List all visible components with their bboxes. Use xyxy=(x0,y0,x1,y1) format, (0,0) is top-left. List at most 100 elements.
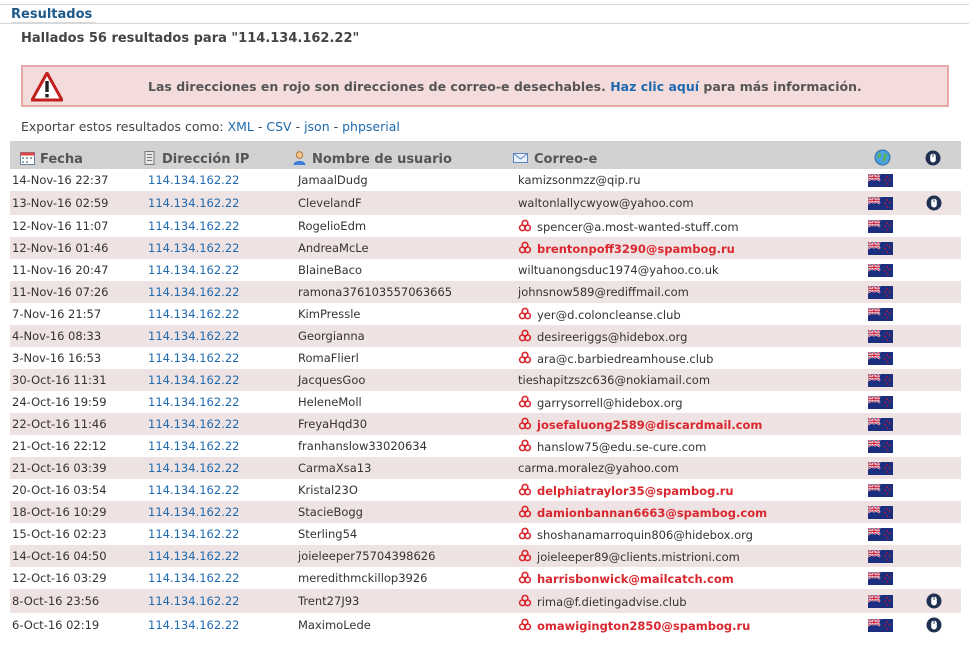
table-row: 6-Oct-16 02:19 114.134.162.22 MaximoLede om… xyxy=(10,613,961,637)
cell-ip-link[interactable]: 114.134.162.22 xyxy=(142,325,292,347)
cell-ip-link[interactable]: 114.134.162.22 xyxy=(142,237,292,259)
cell-mouse xyxy=(916,479,961,501)
cell-ip-link[interactable]: 114.134.162.22 xyxy=(142,369,292,391)
cell-username: BlaineBaco xyxy=(298,263,362,277)
cell-email: carma.moralez@yahoo.com xyxy=(512,457,860,479)
table-row: 21-Oct-16 22:12 114.134.162.22 franhanslow… xyxy=(10,435,961,457)
email-text: brentonpoff3290@spambog.ru xyxy=(537,241,735,256)
cell-mouse xyxy=(916,457,961,479)
new-zealand-flag-icon xyxy=(868,506,893,519)
cell-mouse xyxy=(916,391,961,413)
cell-email: garrysorrell@hidebox.org xyxy=(512,391,860,413)
cell-date: 18-Oct-16 10:29 xyxy=(12,505,107,519)
cell-ip-link[interactable]: 114.134.162.22 xyxy=(142,169,292,191)
cell-date: 7-Nov-16 21:57 xyxy=(12,307,102,321)
header-username[interactable]: Nombre de usuario xyxy=(292,141,512,169)
email-text: garrysorrell@hidebox.org xyxy=(537,395,683,410)
new-zealand-flag-icon xyxy=(868,352,893,365)
cell-mouse xyxy=(916,413,961,435)
cell-username: StacieBogg xyxy=(298,505,363,519)
cell-country xyxy=(860,567,916,589)
email-text: ara@c.barbiedreamhouse.club xyxy=(537,351,714,366)
new-zealand-flag-icon xyxy=(868,572,893,585)
table-row: 12-Oct-16 03:29 114.134.162.22 meredithmck… xyxy=(10,567,961,589)
cell-country xyxy=(860,391,916,413)
cell-date: 12-Oct-16 03:29 xyxy=(12,571,107,585)
header-ip[interactable]: Dirección IP xyxy=(142,141,292,169)
cell-ip-link[interactable]: 114.134.162.22 xyxy=(142,281,292,303)
table-row: 21-Oct-16 03:39 114.134.162.22 CarmaXsa13 c… xyxy=(10,457,961,479)
cell-username: meredithmckillop3926 xyxy=(298,571,428,585)
cell-mouse xyxy=(916,613,961,637)
table-row: 24-Oct-16 19:59 114.134.162.22 HeleneMoll g… xyxy=(10,391,961,413)
cell-ip-link[interactable]: 114.134.162.22 xyxy=(142,413,292,435)
cell-date: 11-Nov-16 20:47 xyxy=(12,263,109,277)
cell-country xyxy=(860,479,916,501)
new-zealand-flag-icon xyxy=(868,220,893,233)
cell-email: joieleeper89@clients.mistrioni.com xyxy=(512,545,860,567)
cell-ip-link[interactable]: 114.134.162.22 xyxy=(142,457,292,479)
cell-ip-link[interactable]: 114.134.162.22 xyxy=(142,303,292,325)
new-zealand-flag-icon xyxy=(868,374,893,387)
cell-ip-link[interactable]: 114.134.162.22 xyxy=(142,191,292,215)
email-text: kamizsonmzz@qip.ru xyxy=(518,173,641,187)
biohazard-icon xyxy=(518,241,532,253)
cell-country xyxy=(860,457,916,479)
email-text: joieleeper89@clients.mistrioni.com xyxy=(537,549,740,564)
cell-date: 22-Oct-16 11:46 xyxy=(12,417,107,431)
cell-email: shoshanamarroquin806@hidebox.org xyxy=(512,523,860,545)
new-zealand-flag-icon xyxy=(868,619,893,632)
cell-username: Georgianna xyxy=(298,329,365,343)
biohazard-icon xyxy=(518,329,532,341)
cell-username: ramona376103557063665 xyxy=(298,285,453,299)
cell-email: josefaluong2589@discardmail.com xyxy=(512,413,860,435)
export-xml-link[interactable]: XML xyxy=(228,119,254,134)
cell-ip-link[interactable]: 114.134.162.22 xyxy=(142,613,292,637)
table-row: 22-Oct-16 11:46 114.134.162.22 FreyaHqd30 j… xyxy=(10,413,961,435)
email-text: rima@f.dietingadvise.club xyxy=(537,594,687,609)
cell-date: 8-Oct-16 23:56 xyxy=(12,594,100,608)
cell-ip-link[interactable]: 114.134.162.22 xyxy=(142,435,292,457)
cell-ip-link[interactable]: 114.134.162.22 xyxy=(142,391,292,413)
cell-country xyxy=(860,325,916,347)
export-csv-link[interactable]: CSV xyxy=(266,119,291,134)
cell-ip-link[interactable]: 114.134.162.22 xyxy=(142,347,292,369)
mouse-icon xyxy=(926,593,942,609)
cell-mouse xyxy=(916,523,961,545)
new-zealand-flag-icon xyxy=(868,462,893,475)
cell-date: 21-Oct-16 22:12 xyxy=(12,439,107,453)
export-json-link[interactable]: json xyxy=(304,119,330,134)
header-email[interactable]: Correo-e xyxy=(512,141,860,169)
cell-ip-link[interactable]: 114.134.162.22 xyxy=(142,589,292,613)
section-title: Resultados xyxy=(11,7,97,23)
cell-email: delphiatraylor35@spambog.ru xyxy=(512,479,860,501)
email-text: josefaluong2589@discardmail.com xyxy=(537,417,763,432)
cell-mouse xyxy=(916,545,961,567)
export-phpserial-link[interactable]: phpserial xyxy=(342,119,400,134)
cell-mouse xyxy=(916,169,961,191)
cell-ip-link[interactable]: 114.134.162.22 xyxy=(142,259,292,281)
header-ip-label: Dirección IP xyxy=(162,152,250,167)
cell-ip-link[interactable]: 114.134.162.22 xyxy=(142,501,292,523)
calendar-icon xyxy=(20,152,35,165)
cell-mouse xyxy=(916,435,961,457)
top-divider xyxy=(0,4,969,5)
cell-country xyxy=(860,191,916,215)
cell-date: 30-Oct-16 11:31 xyxy=(12,373,107,387)
cell-username: franhanslow33020634 xyxy=(298,439,427,453)
cell-email: desireeriggs@hidebox.org xyxy=(512,325,860,347)
cell-email: rima@f.dietingadvise.club xyxy=(512,589,860,613)
email-text: yer@d.coloncleanse.club xyxy=(537,307,681,322)
more-info-link[interactable]: Haz clic aquí xyxy=(610,79,699,94)
biohazard-icon xyxy=(518,505,532,517)
table-row: 12-Nov-16 11:07 114.134.162.22 RogelioEdm s… xyxy=(10,215,961,237)
cell-ip-link[interactable]: 114.134.162.22 xyxy=(142,567,292,589)
cell-ip-link[interactable]: 114.134.162.22 xyxy=(142,479,292,501)
cell-ip-link[interactable]: 114.134.162.22 xyxy=(142,215,292,237)
cell-ip-link[interactable]: 114.134.162.22 xyxy=(142,523,292,545)
table-row: 11-Nov-16 07:26 114.134.162.22 ramona37610… xyxy=(10,281,961,303)
cell-date: 12-Nov-16 01:46 xyxy=(12,241,109,255)
header-date[interactable]: Fecha xyxy=(10,141,142,169)
cell-date: 12-Nov-16 11:07 xyxy=(12,219,109,233)
cell-ip-link[interactable]: 114.134.162.22 xyxy=(142,545,292,567)
